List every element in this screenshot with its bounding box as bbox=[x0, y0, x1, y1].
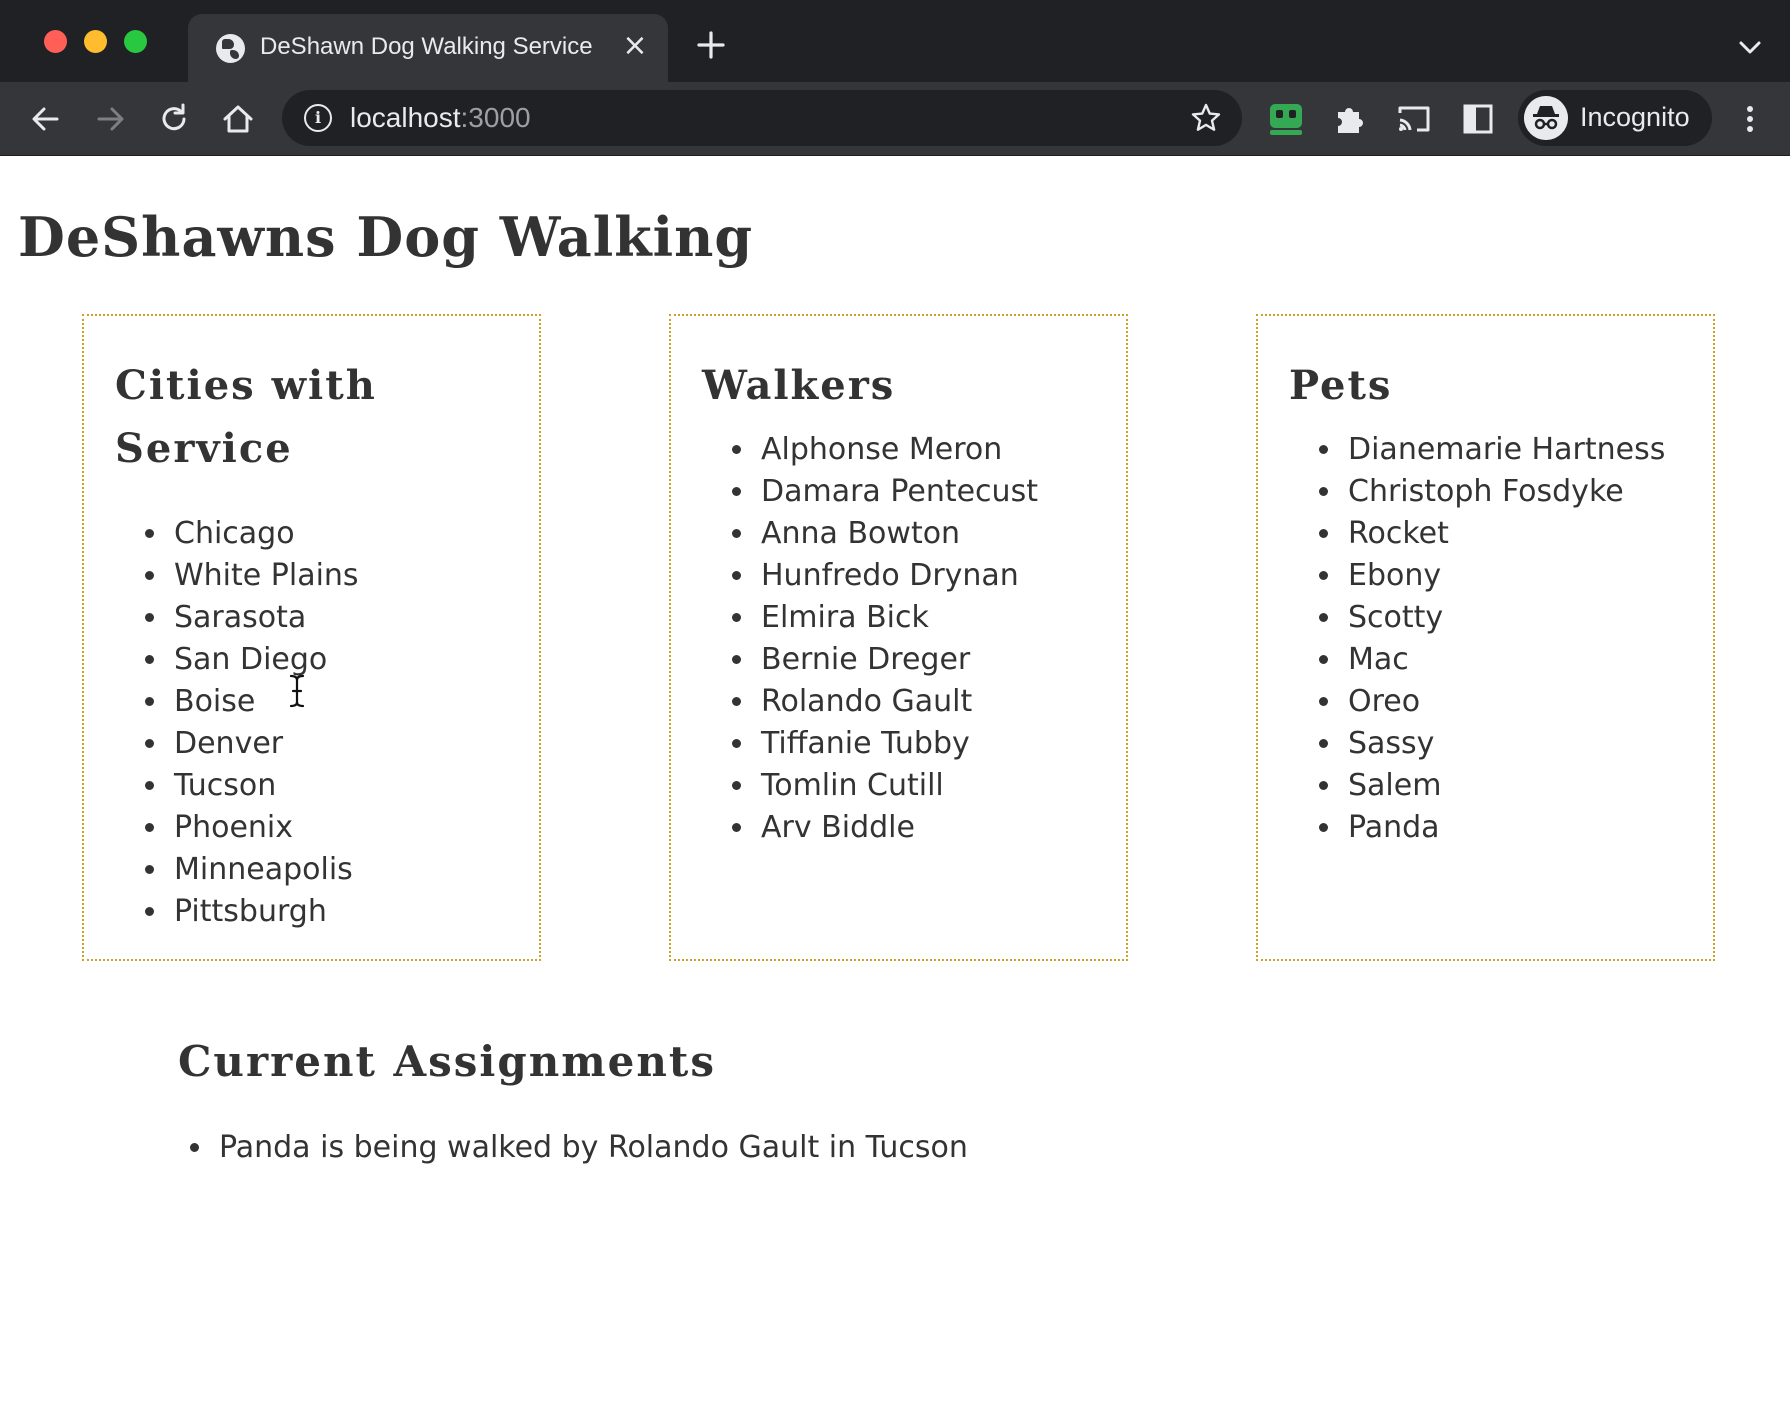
walker-item[interactable]: Hunfredo Drynan bbox=[757, 555, 1038, 597]
walkers-panel: Walkers Alphonse Meron Damara Pentecust … bbox=[669, 314, 1128, 961]
url-host: localhost bbox=[350, 102, 461, 133]
close-window-button[interactable] bbox=[44, 30, 67, 53]
tab-title: DeShawn Dog Walking Service bbox=[260, 33, 593, 60]
city-item[interactable]: Chicago bbox=[170, 513, 359, 555]
url-text[interactable]: localhost:3000 bbox=[350, 102, 531, 134]
bookmark-star-icon[interactable] bbox=[1190, 102, 1222, 134]
pet-item[interactable]: Scotty bbox=[1344, 597, 1665, 639]
reload-icon[interactable] bbox=[155, 100, 193, 138]
pet-item[interactable]: Dianemarie Hartness bbox=[1344, 429, 1665, 471]
city-item[interactable]: Minneapolis bbox=[170, 849, 359, 891]
extension-robot-icon[interactable] bbox=[1267, 100, 1305, 138]
incognito-profile-button[interactable]: Incognito bbox=[1518, 90, 1712, 146]
walker-item[interactable]: Bernie Dreger bbox=[757, 639, 1038, 681]
browser-toolbar: i localhost:3000 Incognito bbox=[0, 82, 1790, 156]
globe-icon bbox=[216, 34, 245, 63]
pet-item[interactable]: Rocket bbox=[1344, 513, 1665, 555]
city-item[interactable]: White Plains bbox=[170, 555, 359, 597]
incognito-icon bbox=[1524, 96, 1568, 140]
city-item[interactable]: Sarasota bbox=[170, 597, 359, 639]
assignments-list: Panda is being walked by Rolando Gault i… bbox=[215, 1127, 968, 1169]
city-item[interactable]: Pittsburgh bbox=[170, 891, 359, 933]
walker-item[interactable]: Alphonse Meron bbox=[757, 429, 1038, 471]
cities-list: Chicago White Plains Sarasota San Diego … bbox=[170, 513, 359, 933]
incognito-label: Incognito bbox=[1580, 102, 1690, 132]
assignments-heading: Current Assignments bbox=[178, 1037, 716, 1086]
pets-heading: Pets bbox=[1289, 362, 1393, 409]
pet-item[interactable]: Mac bbox=[1344, 639, 1665, 681]
extensions-puzzle-icon[interactable] bbox=[1331, 100, 1369, 138]
pet-item[interactable]: Ebony bbox=[1344, 555, 1665, 597]
walkers-list: Alphonse Meron Damara Pentecust Anna Bow… bbox=[757, 429, 1038, 849]
text-cursor-icon bbox=[289, 674, 305, 708]
cities-panel: Cities with Service Chicago White Plains… bbox=[82, 314, 541, 961]
pet-item[interactable]: Christoph Fosdyke bbox=[1344, 471, 1665, 513]
minimize-window-button[interactable] bbox=[84, 30, 107, 53]
pet-item[interactable]: Oreo bbox=[1344, 681, 1665, 723]
walker-item[interactable]: Elmira Bick bbox=[757, 597, 1038, 639]
address-bar[interactable]: i localhost:3000 bbox=[282, 90, 1242, 146]
walker-item[interactable]: Arv Biddle bbox=[757, 807, 1038, 849]
url-port: :3000 bbox=[460, 102, 531, 133]
page-content: DeShawns Dog Walking Cities with Service… bbox=[0, 157, 1790, 1426]
city-item[interactable]: Denver bbox=[170, 723, 359, 765]
chevron-down-icon[interactable] bbox=[1736, 34, 1764, 62]
page-title: DeShawns Dog Walking bbox=[18, 205, 754, 269]
city-item[interactable]: San Diego bbox=[170, 639, 359, 681]
browser-tab[interactable]: DeShawn Dog Walking Service × bbox=[188, 14, 668, 82]
pet-item[interactable]: Salem bbox=[1344, 765, 1665, 807]
cast-icon[interactable] bbox=[1395, 100, 1433, 138]
forward-arrow-icon[interactable] bbox=[91, 100, 129, 138]
browser-tab-bar: DeShawn Dog Walking Service × bbox=[0, 0, 1790, 82]
pet-item[interactable]: Panda bbox=[1344, 807, 1665, 849]
maximize-window-button[interactable] bbox=[124, 30, 147, 53]
new-tab-icon[interactable] bbox=[694, 28, 728, 62]
city-item[interactable]: Tucson bbox=[170, 765, 359, 807]
close-tab-icon[interactable]: × bbox=[620, 31, 650, 61]
walker-item[interactable]: Rolando Gault bbox=[757, 681, 1038, 723]
assignment-item: Panda is being walked by Rolando Gault i… bbox=[215, 1127, 968, 1169]
home-icon[interactable] bbox=[219, 100, 257, 138]
pet-item[interactable]: Sassy bbox=[1344, 723, 1665, 765]
more-menu-icon[interactable] bbox=[1738, 100, 1762, 138]
walker-item[interactable]: Tomlin Cutill bbox=[757, 765, 1038, 807]
walker-item[interactable]: Damara Pentecust bbox=[757, 471, 1038, 513]
cities-heading: Cities with Service bbox=[115, 362, 377, 472]
city-item[interactable]: Boise bbox=[170, 681, 359, 723]
walker-item[interactable]: Tiffanie Tubby bbox=[757, 723, 1038, 765]
pets-panel: Pets Dianemarie Hartness Christoph Fosdy… bbox=[1256, 314, 1715, 961]
city-item[interactable]: Phoenix bbox=[170, 807, 359, 849]
side-panel-icon[interactable] bbox=[1459, 100, 1497, 138]
back-arrow-icon[interactable] bbox=[27, 100, 65, 138]
walkers-heading: Walkers bbox=[702, 362, 896, 409]
walker-item[interactable]: Anna Bowton bbox=[757, 513, 1038, 555]
pets-list: Dianemarie Hartness Christoph Fosdyke Ro… bbox=[1344, 429, 1665, 849]
info-icon[interactable]: i bbox=[304, 104, 332, 132]
